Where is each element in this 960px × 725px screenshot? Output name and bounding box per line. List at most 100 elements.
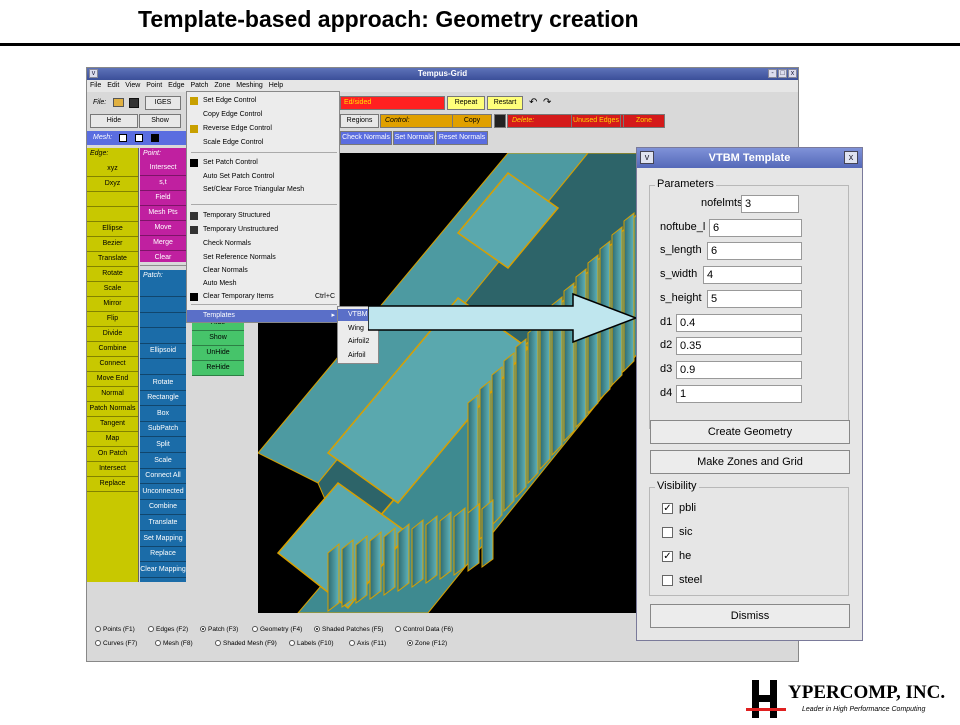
point-item[interactable]: Field	[140, 191, 186, 206]
point-item[interactable]: s,t	[140, 176, 186, 191]
menu-point[interactable]: Point	[146, 82, 162, 89]
display-option-radio[interactable]: Geometry (F4)	[252, 626, 302, 633]
menu-patch[interactable]: Patch	[190, 82, 208, 89]
display-option-radio[interactable]: Shaded Mesh (F9)	[215, 640, 277, 647]
patch-menu-item[interactable]: Auto Set Patch Control	[187, 171, 339, 183]
copy-button[interactable]: Copy	[452, 114, 492, 128]
patch-item[interactable]: Set Mapping	[140, 532, 186, 547]
patch-menu-item[interactable]: Auto Mesh	[187, 278, 339, 290]
patch-menu-item[interactable]: Clear Temporary Items Ctrl+C	[187, 291, 339, 303]
patch-menu-item[interactable]: Scale Edge Control	[187, 137, 339, 149]
param-input[interactable]: 0.4	[676, 313, 802, 332]
param-input[interactable]: 0.35	[676, 337, 802, 356]
edge-item[interactable]: Rotate	[87, 267, 138, 282]
patch-item[interactable]	[140, 329, 186, 344]
edge-item[interactable]: Flip	[87, 312, 138, 327]
edge-item[interactable]	[87, 207, 138, 222]
edge-item[interactable]: Mirror	[87, 297, 138, 312]
edge-item[interactable]: xyz	[87, 162, 138, 177]
regions-button[interactable]: Regions	[340, 114, 379, 128]
point-item[interactable]: Merge	[140, 236, 186, 251]
patch-item[interactable]: Box	[140, 407, 186, 422]
patch-menu-item[interactable]: Set Reference Normals	[187, 252, 339, 264]
param-input[interactable]: 4	[703, 266, 802, 285]
point-item[interactable]: Mesh Pts	[140, 206, 186, 221]
patch-item[interactable]	[140, 282, 186, 297]
edge-item[interactable]: Combine	[87, 342, 138, 357]
make-zones-button[interactable]: Make Zones and Grid	[650, 450, 850, 474]
patch-item[interactable]: Connect All	[140, 469, 186, 485]
edge-item[interactable]: Normal	[87, 387, 138, 402]
visibility-checkbox[interactable]: ✓	[662, 503, 673, 514]
open-folder-icon[interactable]	[113, 98, 124, 107]
dialog-close-icon[interactable]: x	[844, 151, 858, 164]
point-item[interactable]: Move	[140, 221, 186, 236]
param-input[interactable]: 1	[676, 384, 802, 403]
display-option-radio[interactable]: Patch (F3)	[200, 626, 238, 633]
edge-item[interactable]: Ellipse	[87, 222, 138, 237]
repeat-button[interactable]: Repeat	[447, 96, 485, 110]
patch-item[interactable]: Replace	[140, 547, 186, 563]
window-menu-icon[interactable]: v	[89, 69, 98, 78]
patch-menu-item[interactable]: Templates ▸	[187, 310, 339, 322]
edge-item[interactable]: Dxyz	[87, 177, 138, 192]
patch-item[interactable]	[140, 360, 186, 375]
display-option-radio[interactable]: Mesh (F8)	[155, 640, 193, 647]
visibility-item[interactable]: Show	[192, 331, 244, 346]
restart-button[interactable]: Restart	[487, 96, 523, 110]
patch-item[interactable]: Ellipsoid	[140, 344, 186, 360]
menu-edge[interactable]: Edge	[168, 82, 184, 89]
edge-item[interactable]: Replace	[87, 477, 138, 492]
edge-item[interactable]: On Patch	[87, 447, 138, 462]
display-option-radio[interactable]: Control Data (F6)	[395, 626, 453, 633]
edge-item[interactable]: Intersect	[87, 462, 138, 477]
edge-item[interactable]: Scale	[87, 282, 138, 297]
display-option-radio[interactable]: Shaded Patches (F5)	[314, 626, 383, 633]
patch-menu-item[interactable]: Set Patch Control	[187, 157, 339, 169]
patch-menu-item[interactable]: Temporary Unstructured	[187, 224, 339, 236]
visibility-item[interactable]: ReHide	[192, 361, 244, 376]
display-option-radio[interactable]: Axis (F11)	[349, 640, 386, 647]
hide-button[interactable]: Hide	[90, 114, 138, 128]
patch-menu-item[interactable]: Reverse Edge Control	[187, 123, 339, 135]
display-option-radio[interactable]: Labels (F10)	[289, 640, 334, 647]
dialog-menu-icon[interactable]: v	[640, 151, 654, 164]
param-input[interactable]: 5	[707, 289, 802, 308]
grid-fine-icon[interactable]	[135, 134, 143, 142]
patch-menu-item[interactable]: Clear Normals	[187, 265, 339, 277]
menu-help[interactable]: Help	[269, 82, 283, 89]
edge-item[interactable]: Move End	[87, 372, 138, 387]
close-icon[interactable]: x	[788, 69, 797, 78]
patch-menu-item[interactable]: Temporary Structured	[187, 210, 339, 222]
param-input[interactable]: 3	[741, 195, 799, 213]
edge-item[interactable]: Bezier	[87, 237, 138, 252]
point-item[interactable]: Clear	[140, 251, 186, 266]
iges-button[interactable]: IGES	[145, 96, 181, 110]
param-input[interactable]: 6	[707, 242, 802, 261]
visibility-checkbox[interactable]	[662, 527, 673, 538]
patch-menu-item[interactable]: Set/Clear Force Triangular Mesh	[187, 184, 339, 196]
maximize-icon[interactable]: □	[778, 69, 787, 78]
redo-icon[interactable]: ↷	[543, 95, 551, 111]
patch-item[interactable]: Scale	[140, 454, 186, 469]
grid-icon[interactable]	[119, 134, 127, 142]
display-option-radio[interactable]: Curves (F7)	[95, 640, 137, 647]
zone-delete-button[interactable]: Zone	[623, 114, 665, 128]
patch-item[interactable]	[140, 298, 186, 313]
menu-view[interactable]: View	[125, 82, 140, 89]
unused-edges-button[interactable]: Unused Edges	[571, 114, 621, 128]
patch-item[interactable]: Split	[140, 438, 186, 453]
edge-item[interactable]	[87, 192, 138, 207]
show-button[interactable]: Show	[139, 114, 181, 128]
patch-item[interactable]: Combine	[140, 500, 186, 516]
patch-item[interactable]: Unconnected	[140, 485, 186, 500]
param-input[interactable]: 0.9	[676, 360, 802, 379]
menu-meshing[interactable]: Meshing	[236, 82, 262, 89]
patch-item[interactable]: Clear Mapping	[140, 563, 186, 578]
display-option-radio[interactable]: Zone (F12)	[407, 640, 447, 647]
display-option-radio[interactable]: Edges (F2)	[148, 626, 188, 633]
edge-item[interactable]: Divide	[87, 327, 138, 342]
patch-menu-item[interactable]: Check Normals	[187, 238, 339, 250]
check-normals-button[interactable]: Check Normals	[340, 131, 392, 145]
edge-item[interactable]: Map	[87, 432, 138, 447]
